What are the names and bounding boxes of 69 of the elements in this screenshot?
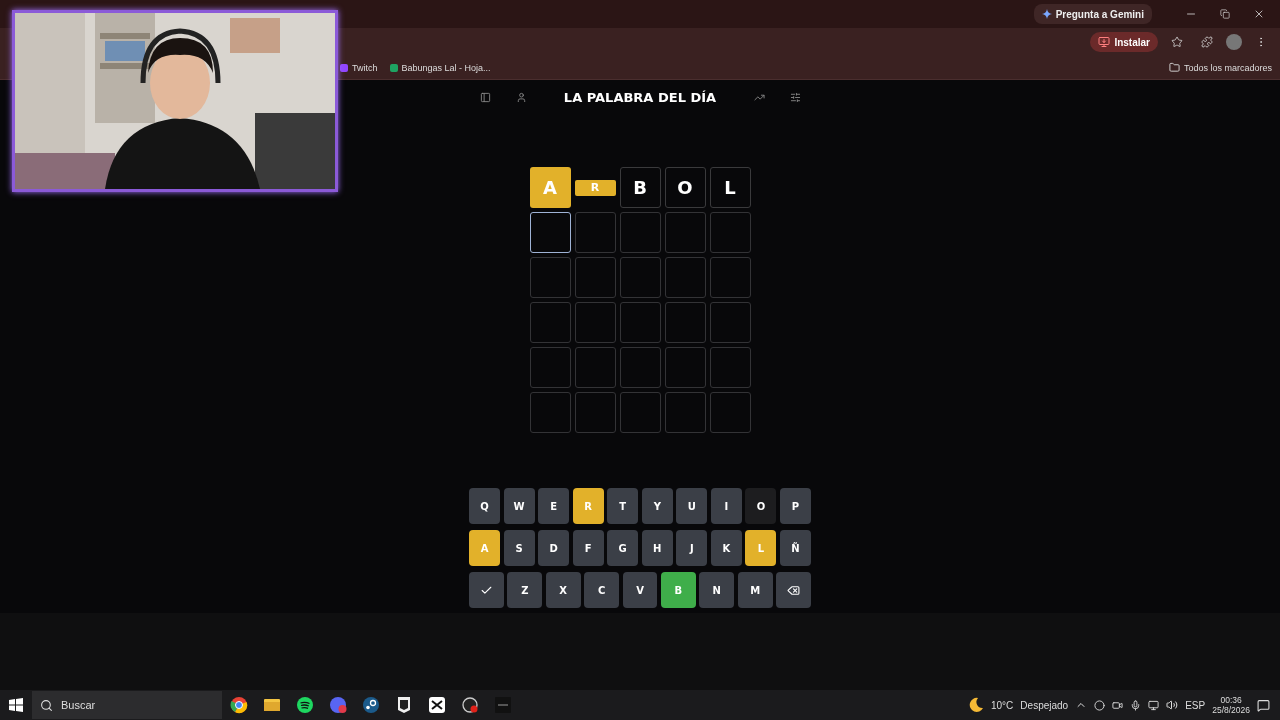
install-button[interactable]: Instalar	[1090, 32, 1158, 52]
letter-key[interactable]: D	[538, 530, 570, 566]
microphone-icon[interactable]	[1130, 699, 1142, 711]
language-indicator[interactable]: ESP	[1185, 699, 1206, 711]
search-icon	[40, 698, 53, 712]
backspace-key[interactable]	[776, 572, 811, 608]
clock-time: 00:36	[1220, 695, 1242, 705]
bookmark-link[interactable]: Twitch	[340, 62, 378, 73]
letter-key[interactable]: P	[779, 488, 811, 524]
chrome-icon	[229, 696, 248, 714]
notifications-icon[interactable]	[1257, 698, 1270, 712]
letter-tile: L	[709, 167, 751, 208]
volume-icon[interactable]	[1166, 699, 1179, 711]
close-icon	[1253, 8, 1265, 20]
letter-key[interactable]: Z	[507, 572, 543, 608]
spotify-icon	[295, 696, 314, 714]
all-bookmarks-link[interactable]: Todos los marcadores	[1168, 62, 1272, 73]
letter-key[interactable]: E	[538, 488, 570, 524]
search-field[interactable]: Buscar	[32, 691, 222, 719]
sparkle-icon	[1041, 9, 1052, 19]
weather-text: Despejado	[1020, 699, 1069, 711]
letter-key[interactable]: T	[607, 488, 639, 524]
moon-icon	[968, 697, 984, 713]
letter-key[interactable]: H	[641, 530, 673, 566]
camera-icon[interactable]	[1112, 699, 1124, 711]
letter-key[interactable]: K	[710, 530, 742, 566]
gemini-button[interactable]: Pregunta a Gemini	[1033, 4, 1152, 24]
letter-key[interactable]: Y	[641, 488, 673, 524]
letter-key[interactable]: C	[584, 572, 620, 608]
letter-key[interactable]: O	[745, 488, 777, 524]
user-icon	[515, 91, 527, 103]
folder-icon	[1168, 62, 1180, 73]
letter-key[interactable]: S	[503, 530, 535, 566]
letter-tile: B	[619, 167, 661, 208]
temperature-text: 10°C	[991, 699, 1014, 711]
star-icon	[1171, 36, 1183, 48]
letter-key[interactable]: Ñ	[779, 530, 811, 566]
letter-key[interactable]: N	[699, 572, 735, 608]
install-icon	[1098, 36, 1111, 48]
letter-key[interactable]: G	[607, 530, 639, 566]
backspace-icon	[787, 583, 801, 597]
settings-icon	[789, 91, 801, 103]
letter-tile: R	[574, 179, 616, 196]
letter-key[interactable]: Q	[469, 488, 501, 524]
restore-icon	[1220, 9, 1230, 19]
windows-icon	[9, 698, 23, 712]
letter-tile: A	[529, 167, 571, 208]
steam-icon	[361, 696, 380, 714]
letter-tile: O	[664, 167, 706, 208]
clock-date: 25/8/2026	[1212, 705, 1250, 715]
network-icon[interactable]	[1148, 699, 1160, 711]
sidebar-icon	[479, 91, 491, 103]
letter-key[interactable]: V	[622, 572, 658, 608]
game-title: LA PALABRA DEL DÍA	[562, 89, 718, 105]
letter-key[interactable]: F	[572, 530, 604, 566]
app-icon	[493, 696, 512, 714]
letter-key[interactable]: W	[503, 488, 535, 524]
letter-key[interactable]: X	[545, 572, 581, 608]
letter-key[interactable]: M	[737, 572, 773, 608]
letter-key[interactable]: I	[710, 488, 742, 524]
letter-key[interactable]: U	[676, 488, 708, 524]
bookmark-link[interactable]: Babungas Lal - Hoja...	[389, 62, 491, 73]
capcut-icon	[427, 696, 446, 714]
profile-avatar[interactable]	[1226, 34, 1242, 50]
recorder-icon	[460, 696, 479, 714]
record-icon[interactable]	[1094, 699, 1106, 711]
folder-icon	[262, 696, 281, 714]
puzzle-icon	[1201, 36, 1213, 48]
letter-key[interactable]: J	[676, 530, 708, 566]
